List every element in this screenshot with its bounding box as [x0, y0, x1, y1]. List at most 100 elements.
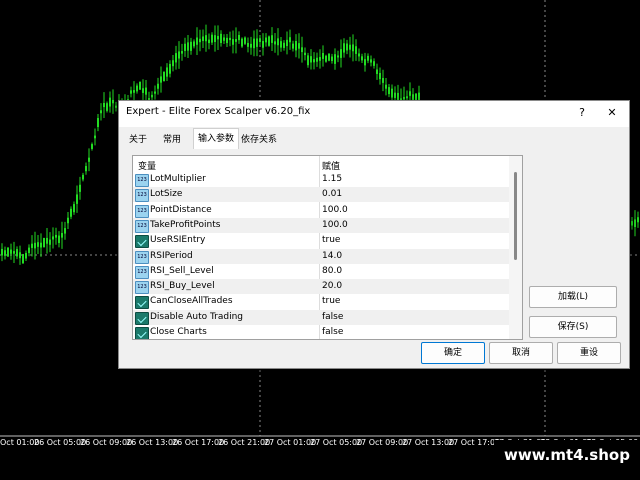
candle-body — [184, 43, 186, 51]
candle-body — [394, 92, 396, 99]
candle-body — [67, 217, 69, 224]
tab-bar: 关于 常用 输入参数 依存关系 — [119, 127, 629, 151]
candle-body — [289, 37, 291, 43]
candle-body — [106, 103, 108, 111]
candle-body — [226, 37, 228, 44]
parameter-value[interactable]: 100.0 — [322, 205, 348, 215]
candle-body — [16, 249, 18, 257]
tab-dependencies[interactable]: 依存关系 — [237, 130, 281, 147]
ok-button[interactable]: 确定 — [421, 342, 485, 364]
time-tick-label: 26 Oct 05:00 — [34, 438, 87, 447]
candle-body — [232, 39, 234, 45]
table-row[interactable]: CanCloseAllTrades true — [133, 294, 509, 310]
candle-body — [196, 37, 198, 45]
column-header-variable[interactable]: 变量 — [138, 159, 156, 172]
parameter-value[interactable]: 80.0 — [322, 266, 342, 276]
candle-body — [367, 55, 369, 61]
candle-body — [370, 59, 372, 63]
dialog-title: Expert - Elite Forex Scalper v6.20_fix — [126, 106, 311, 117]
table-row[interactable]: 123 RSIPeriod 14.0 — [133, 248, 509, 264]
candle-body — [322, 52, 324, 59]
candle-body — [223, 37, 225, 41]
table-row[interactable]: 123 LotSize 0.01 — [133, 187, 509, 203]
numeric-type-icon: 123 — [135, 219, 149, 233]
candle-body — [85, 166, 87, 172]
help-button[interactable]: ? — [571, 103, 593, 123]
grid-scrollbar[interactable] — [509, 156, 522, 339]
candle-body — [205, 35, 207, 42]
candle-body — [1, 248, 3, 256]
parameter-value[interactable]: 20.0 — [322, 281, 342, 291]
grid-header: 变量 赋值 — [133, 156, 509, 172]
candle-body — [241, 38, 243, 47]
candle-body — [13, 251, 15, 254]
candle-body — [208, 39, 210, 44]
close-icon[interactable]: ✕ — [601, 103, 623, 123]
tab-common[interactable]: 常用 — [159, 130, 185, 147]
reset-button[interactable]: 重设 — [557, 342, 621, 364]
table-row[interactable]: 123 RSI_Buy_Level 20.0 — [133, 279, 509, 295]
candle-body — [364, 59, 366, 66]
candle-body — [157, 83, 159, 89]
parameter-value[interactable]: true — [322, 296, 340, 306]
table-row[interactable]: UseRSIEntry true — [133, 233, 509, 249]
candle-body — [46, 237, 48, 244]
candle-body — [4, 250, 6, 256]
candle-body — [133, 90, 135, 93]
candle-body — [253, 38, 255, 49]
table-row[interactable]: 123 PointDistance 100.0 — [133, 203, 509, 218]
candle-body — [55, 234, 57, 238]
load-button[interactable]: 加载(L) — [529, 286, 617, 308]
candle-body — [280, 41, 282, 48]
candle-body — [166, 67, 168, 77]
parameter-value[interactable]: false — [322, 312, 343, 322]
candle-body — [172, 60, 174, 67]
candle-body — [73, 204, 75, 213]
candle-body — [340, 49, 342, 58]
table-row[interactable]: 123 LotMultiplier 1.15 — [133, 172, 509, 187]
parameter-value[interactable]: false — [322, 327, 343, 337]
candle-body — [379, 72, 381, 80]
time-tick-label: 27 Oct 09:00 — [356, 438, 409, 447]
candle-body — [40, 242, 42, 248]
column-header-value[interactable]: 赋值 — [322, 159, 340, 172]
candle-body — [202, 36, 204, 41]
cancel-button[interactable]: 取消 — [489, 342, 553, 364]
tab-about[interactable]: 关于 — [125, 130, 151, 147]
candle-body — [343, 43, 345, 53]
table-row[interactable]: Disable Auto Trading false — [133, 309, 509, 325]
candle-body — [334, 54, 336, 64]
time-tick-label: 26 Oct 21:00 — [218, 438, 271, 447]
parameter-value[interactable]: 0.01 — [322, 189, 342, 199]
candle-body — [244, 37, 246, 44]
time-tick-label: 27 Oct 17:00 — [448, 438, 501, 447]
parameter-value[interactable]: 14.0 — [322, 251, 342, 261]
candle-body — [298, 43, 300, 49]
parameter-name: LotSize — [150, 189, 183, 200]
candle-body — [259, 38, 261, 42]
save-button[interactable]: 保存(S) — [529, 316, 617, 338]
candle-body — [115, 105, 117, 108]
candle-body — [76, 194, 78, 204]
scrollbar-thumb[interactable] — [514, 172, 517, 260]
candle-body — [634, 219, 636, 227]
time-tick-label: 27 Oct 13:00 — [402, 438, 455, 447]
time-tick-label: 27 Oct 05:00 — [310, 438, 363, 447]
dialog-body: 变量 赋值 123 LotMultiplier 1.15 123 LotSize 0.01… — [119, 149, 629, 368]
table-row[interactable]: 123 RSI_Sell_Level 80.0 — [133, 264, 509, 279]
parameter-name: RSI_Sell_Level — [150, 265, 214, 276]
tab-inputs[interactable]: 输入参数 — [193, 128, 240, 151]
parameter-value[interactable]: true — [322, 235, 340, 245]
parameter-value[interactable]: 1.15 — [322, 174, 342, 184]
parameter-value[interactable]: 100.0 — [322, 220, 348, 230]
candle-body — [82, 174, 84, 180]
candle-body — [358, 53, 360, 57]
candle-body — [328, 53, 330, 61]
table-row[interactable]: 123 TakeProfitPoints 100.0 — [133, 217, 509, 233]
table-row[interactable]: Close Charts false — [133, 325, 509, 339]
dialog-titlebar[interactable]: Expert - Elite Forex Scalper v6.20_fix ?… — [119, 101, 629, 125]
candle-body — [256, 38, 258, 47]
parameter-name: Close Charts — [150, 327, 207, 337]
candle-body — [409, 91, 411, 96]
candle-body — [52, 236, 54, 240]
